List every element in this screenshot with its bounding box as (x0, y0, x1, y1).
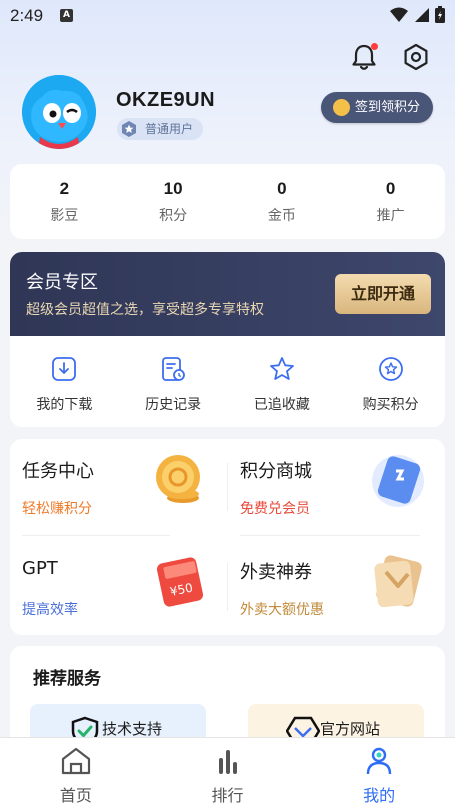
ticket-icon: ¥50 (156, 557, 204, 607)
quick-action-buy-points[interactable]: 购买积分 (336, 356, 445, 414)
coin-icon (333, 99, 350, 116)
tile-title: 任务中心 (22, 461, 94, 482)
card-icon (372, 455, 424, 507)
wifi-icon (390, 7, 408, 22)
user-level-label: 普通用户 (145, 122, 194, 136)
takeout-coupon-tile[interactable]: 外卖神券 外卖大额优惠 (228, 540, 428, 630)
tile-subtitle: 轻松赚积分 (22, 501, 92, 517)
vip-open-button[interactable]: 立即开通 (335, 274, 431, 314)
ranking-icon (218, 750, 237, 774)
vip-banner: 会员专区 超级会员超值之选，享受超多专享特权 立即开通 (10, 252, 445, 336)
header-actions (349, 42, 431, 72)
feature-grid: 任务中心 轻松赚积分 积分商城 免费兑会员 GPT 提高效率 ¥50 外卖神券 … (10, 439, 445, 635)
status-bar: 2:49 A (0, 0, 455, 32)
stat-item-gold[interactable]: 0 金币 (228, 164, 337, 239)
service-label: 官方网站 (320, 720, 381, 738)
bottom-tab-bar: 首页 排行 我的 (0, 737, 455, 809)
tab-label: 排行 (211, 786, 244, 805)
tile-title: 外卖神券 (240, 562, 312, 583)
vip-card: 会员专区 超级会员超值之选，享受超多专享特权 立即开通 我的下载 历史记录 已追… (10, 252, 445, 427)
signal-icon (415, 7, 429, 22)
stat-item-promotion[interactable]: 0 推广 (336, 164, 445, 239)
star-badge-icon (122, 121, 136, 137)
home-icon (61, 747, 90, 775)
quick-action-label: 购买积分 (362, 397, 419, 413)
stat-value: 0 (277, 179, 287, 198)
stat-label: 金币 (267, 208, 296, 224)
stat-label: 推广 (376, 208, 405, 224)
services-title: 推荐服务 (33, 669, 101, 689)
quick-action-label: 我的下载 (36, 397, 93, 413)
vip-title: 会员专区 (26, 272, 98, 293)
stat-label: 影豆 (50, 208, 79, 224)
stat-value: 0 (385, 179, 396, 198)
quick-action-label: 历史记录 (145, 397, 202, 413)
vip-subtitle: 超级会员超值之选，享受超多专享特权 (26, 302, 264, 318)
tile-subtitle: 外卖大额优惠 (240, 602, 324, 618)
signin-label: 签到领积分 (355, 100, 421, 115)
quick-action-favorites[interactable]: 已追收藏 (228, 356, 337, 414)
status-time: 2:49 (10, 6, 44, 25)
gpt-tile[interactable]: GPT 提高效率 ¥50 (10, 540, 210, 630)
gear-icon (404, 43, 428, 71)
quick-action-history[interactable]: 历史记录 (119, 356, 228, 414)
tile-title: 积分商城 (240, 461, 312, 482)
stat-label: 积分 (159, 208, 188, 224)
status-icons (390, 6, 445, 23)
quick-actions: 我的下载 历史记录 已追收藏 购买积分 (10, 356, 445, 414)
stat-item-yingdou[interactable]: 2 影豆 (10, 164, 119, 239)
tab-mine[interactable]: 我的 (303, 738, 455, 809)
quick-action-label: 已追收藏 (253, 397, 310, 413)
task-center-tile[interactable]: 任务中心 轻松赚积分 (10, 439, 210, 529)
notification-dot (371, 43, 378, 50)
coins-icon (156, 455, 200, 503)
tile-subtitle: 提高效率 (22, 602, 78, 618)
stat-item-points[interactable]: 10 积分 (119, 164, 228, 239)
star-icon (269, 357, 294, 380)
stat-value: 2 (59, 179, 70, 198)
user-level-badge: 普通用户 (117, 118, 204, 140)
tile-subtitle: 免费兑会员 (240, 501, 310, 517)
stats-card: 2 影豆 10 积分 0 金币 0 推广 (10, 164, 445, 239)
divider (22, 535, 170, 536)
tab-label: 我的 (363, 786, 396, 805)
history-icon (162, 357, 186, 381)
points-mall-tile[interactable]: 积分商城 免费兑会员 (228, 439, 428, 529)
tab-home[interactable]: 首页 (0, 738, 152, 809)
divider (227, 463, 228, 511)
buy-points-icon (378, 357, 403, 381)
settings-button[interactable] (401, 42, 431, 72)
avatar-bird-icon (22, 75, 96, 149)
tab-ranking[interactable]: 排行 (152, 738, 304, 809)
tab-label: 首页 (59, 786, 92, 805)
coupon-icon (374, 555, 422, 608)
profile-icon (366, 747, 392, 775)
username: OKZE9UN (116, 89, 216, 111)
avatar[interactable] (22, 75, 96, 149)
download-icon (52, 357, 77, 381)
battery-icon (435, 6, 445, 23)
signin-button[interactable]: 签到领积分 (321, 92, 433, 123)
tile-title: GPT (22, 558, 58, 579)
notification-button[interactable] (349, 42, 379, 72)
stat-value: 10 (163, 179, 183, 198)
divider (227, 563, 228, 611)
divider (240, 535, 420, 536)
app-notification-icon: A (60, 9, 73, 22)
service-label: 技术支持 (102, 720, 163, 738)
quick-action-downloads[interactable]: 我的下载 (10, 356, 119, 414)
